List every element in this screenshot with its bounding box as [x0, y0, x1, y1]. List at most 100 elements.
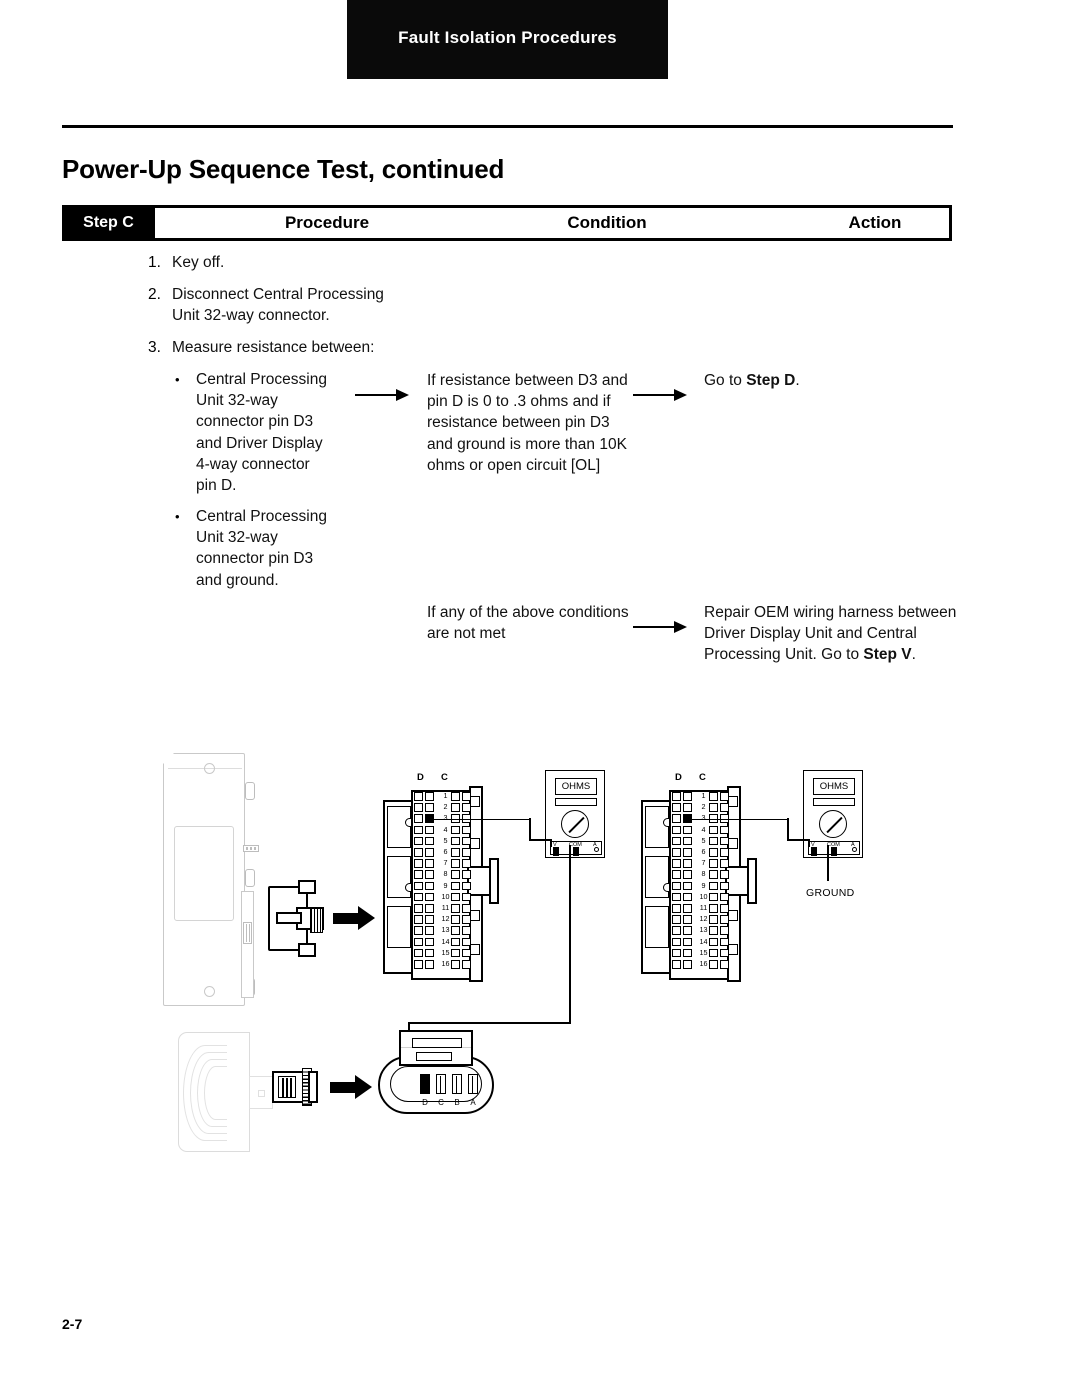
pin-cell-outer-right-12	[462, 915, 471, 924]
pin-cell-c10	[709, 892, 718, 902]
pin-cell-c9	[709, 881, 718, 891]
connector32-row-14: 14	[414, 937, 474, 948]
pin-cell-outer-right-7	[720, 859, 729, 868]
assembly-arrow-upper	[333, 906, 375, 930]
pin-cell-outer-left-13	[414, 926, 423, 935]
connector32-row-11: 11	[414, 903, 474, 914]
pin-cell-d7	[683, 859, 692, 868]
wiring-diagram: D C 12345678910111213141516 OHMS V COM A	[0, 0, 1080, 1397]
ohmmeter-left-dial[interactable]	[561, 810, 589, 838]
detached-32way-plug	[268, 880, 326, 957]
pin-cell-c2	[451, 803, 460, 812]
pin-cell-c16	[451, 960, 460, 969]
ohmmeter-left-display: OHMS	[555, 778, 597, 795]
connector32-row-12: 12	[414, 914, 474, 925]
connector32-row-12: 12	[672, 914, 732, 925]
wire-left-d3-h1	[430, 818, 530, 821]
pin-cell-d13	[683, 926, 692, 935]
wire-left-com-v	[569, 845, 571, 1023]
pin-cell-outer-left-7	[672, 859, 681, 868]
pin-cell-outer-right-13	[462, 926, 471, 935]
pin-cell-d6	[425, 848, 434, 857]
wire-right-d3-v1	[787, 818, 789, 840]
connector32-row-7: 7	[414, 858, 474, 869]
pin-cell-outer-right-7	[462, 859, 471, 868]
ohmmeter-left: OHMS V COM A	[545, 770, 605, 858]
connector4-pin-c	[436, 1074, 446, 1094]
pin-cell-outer-left-2	[672, 803, 681, 812]
pin-cell-d5	[425, 836, 434, 846]
pin-cell-outer-right-10	[462, 892, 471, 902]
pin-cell-c6	[451, 848, 460, 857]
pin-cell-outer-right-4	[462, 825, 471, 835]
connector32-row-2: 2	[414, 802, 474, 813]
pin-cell-c1	[709, 792, 718, 801]
ohmmeter-right-jack-com	[831, 846, 837, 856]
pin-cell-outer-left-15	[672, 948, 681, 958]
connector32-row-8: 8	[672, 869, 732, 880]
pin-cell-d14	[425, 937, 434, 947]
connector32-row-6: 6	[414, 847, 474, 858]
pin-cell-outer-right-15	[462, 948, 471, 958]
connector32-row-1: 1	[672, 791, 732, 802]
wire-right-d3-h2	[787, 839, 809, 841]
pin-cell-d4	[683, 825, 692, 835]
pin-cell-outer-left-15	[414, 948, 423, 958]
pin-cell-c11	[451, 904, 460, 913]
central-processing-unit-illustration	[162, 752, 259, 1006]
wire-left-d3-h2	[529, 839, 551, 841]
pin-cell-outer-left-11	[414, 904, 423, 913]
pin-cell-c13	[709, 926, 718, 935]
pin-cell-outer-right-16	[720, 960, 729, 969]
pin-cell-c8	[451, 870, 460, 879]
pin-cell-outer-right-12	[720, 915, 729, 924]
connector32-row-4: 4	[672, 825, 732, 836]
pin-cell-c9	[451, 881, 460, 891]
connector32-row-11: 11	[672, 903, 732, 914]
assembly-arrow-lower	[330, 1075, 372, 1099]
pin-cell-outer-right-14	[462, 937, 471, 947]
pin-cell-outer-left-12	[672, 915, 681, 924]
ecu-tab-upper	[245, 782, 255, 800]
pin-cell-d4	[425, 825, 434, 835]
ecu-vent-slot	[243, 845, 259, 852]
pin-cell-c14	[451, 937, 460, 947]
pin-cell-c5	[451, 836, 460, 846]
pin-cell-outer-left-5	[414, 836, 423, 846]
pin-cell-outer-left-16	[414, 960, 423, 969]
connector4-label-b: B	[454, 1098, 460, 1107]
pin-cell-c12	[709, 915, 718, 924]
connector32-right-column-d: D	[675, 772, 682, 783]
pin-cell-outer-left-1	[414, 792, 423, 801]
pin-cell-outer-left-1	[672, 792, 681, 801]
pin-cell-outer-right-4	[720, 825, 729, 835]
pin-cell-d8	[425, 870, 434, 879]
connector32-row-16: 16	[414, 959, 474, 970]
pin-cell-c4	[451, 825, 460, 835]
connector32-row-14: 14	[672, 937, 732, 948]
pin-cell-d14	[683, 937, 692, 947]
ecu-screw-top	[204, 763, 215, 774]
pin-cell-outer-right-11	[462, 904, 471, 913]
pin-cell-d2	[425, 803, 434, 812]
pin-cell-outer-right-6	[720, 848, 729, 857]
pin-cell-d2	[683, 803, 692, 812]
wire-left-com-h	[408, 1022, 571, 1024]
pin-cell-c15	[709, 948, 718, 958]
ohmmeter-right-dial[interactable]	[819, 810, 847, 838]
pin-cell-outer-left-9	[414, 881, 423, 891]
ecu-connector-keyway	[243, 922, 252, 944]
pin-cell-outer-left-6	[672, 848, 681, 857]
pin-cell-outer-right-8	[720, 870, 729, 879]
ohmmeter-right: OHMS V COM A	[803, 770, 863, 858]
pin-cell-d1	[425, 792, 434, 801]
pin-cell-outer-right-13	[720, 926, 729, 935]
connector32-row-13: 13	[672, 925, 732, 936]
pin-cell-outer-left-3	[414, 814, 423, 823]
pin-cell-outer-left-13	[672, 926, 681, 935]
connector32-row-5: 5	[672, 836, 732, 847]
pin-cell-outer-right-10	[720, 892, 729, 902]
pin-cell-c10	[451, 892, 460, 902]
connector-4way: D C B A	[378, 1030, 494, 1134]
pin-cell-outer-right-1	[720, 792, 729, 801]
